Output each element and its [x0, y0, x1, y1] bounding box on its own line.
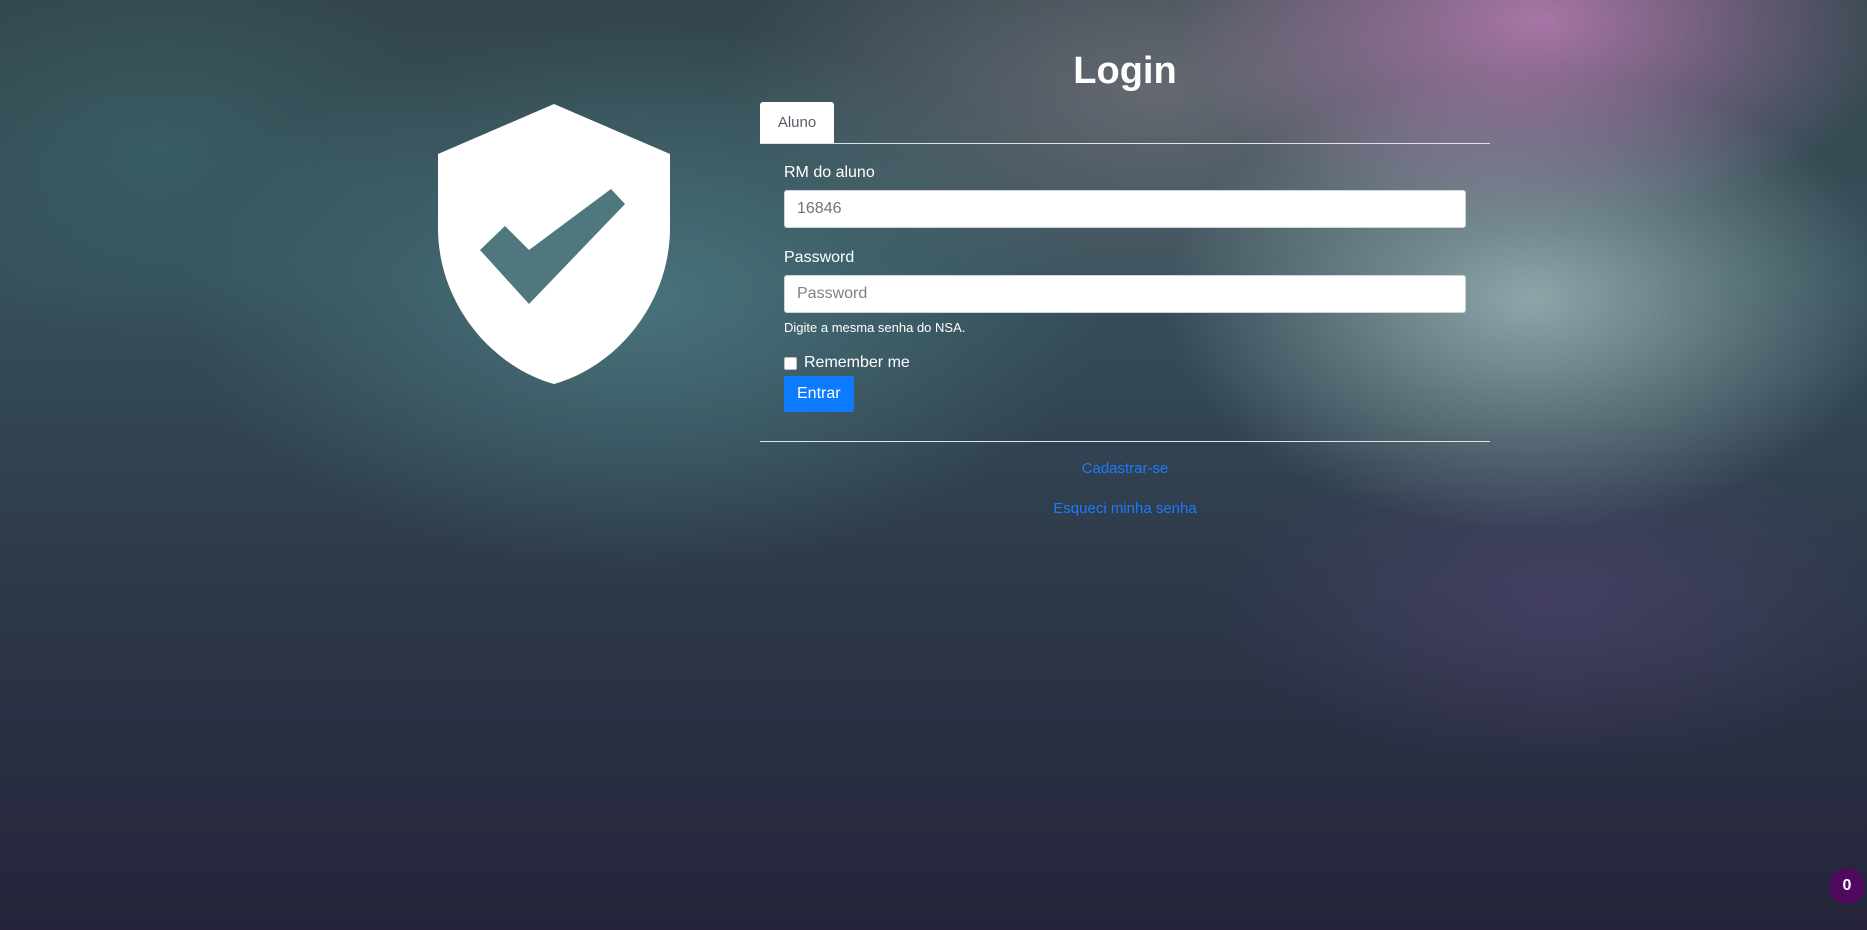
- remember-me-checkbox[interactable]: [784, 356, 797, 370]
- login-form: RM do aluno Password Digite a mesma senh…: [760, 163, 1490, 412]
- auth-links: Cadastrar-se Esqueci minha senha: [760, 442, 1490, 519]
- password-label: Password: [784, 249, 855, 266]
- register-link[interactable]: Cadastrar-se: [760, 459, 1490, 479]
- forgot-password-link[interactable]: Esqueci minha senha: [760, 499, 1490, 519]
- password-input[interactable]: [784, 275, 1466, 313]
- rm-label: RM do aluno: [784, 164, 875, 181]
- shield-check-icon: [438, 104, 670, 384]
- password-help-text: Digite a mesma senha do NSA.: [784, 320, 966, 335]
- tab-aluno[interactable]: Aluno: [760, 102, 834, 143]
- remember-me-row: Remember me: [784, 353, 1466, 373]
- page-title: Login: [1073, 50, 1177, 92]
- submit-button[interactable]: Entrar: [784, 376, 854, 412]
- notification-badge[interactable]: 0: [1829, 868, 1865, 904]
- remember-me-label: Remember me: [804, 354, 910, 371]
- rm-input[interactable]: [784, 190, 1466, 228]
- login-panel: Login Aluno RM do aluno Password Digite …: [760, 48, 1490, 519]
- tab-bar: Aluno: [760, 102, 1490, 144]
